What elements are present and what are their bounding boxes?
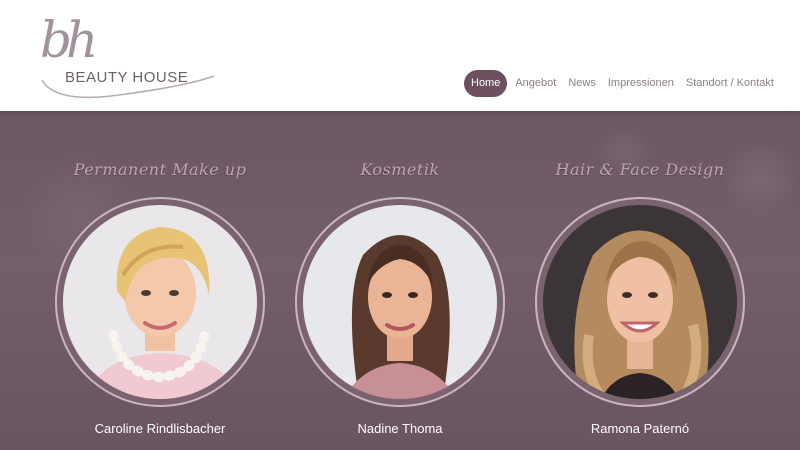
curly-hair-woman-portrait bbox=[543, 205, 737, 399]
service-title: Kosmetik bbox=[360, 160, 440, 179]
person-name: Caroline Rindlisbacher bbox=[94, 421, 226, 436]
nav-item-news[interactable]: News bbox=[562, 70, 602, 97]
main-nav: Home Angebot News Impressionen Standort … bbox=[464, 70, 780, 97]
portrait-frame[interactable] bbox=[295, 197, 505, 407]
logo-mark: bh bbox=[40, 11, 98, 69]
service-card-kosmetik: Kosmetik Nadine Thoma bbox=[280, 111, 520, 450]
nav-item-standort-kontakt[interactable]: Standort / Kontakt bbox=[680, 70, 780, 97]
beauty-house-logo[interactable]: bh BEAUTY HOUSE bbox=[36, 10, 226, 105]
brunette-woman-portrait bbox=[303, 205, 497, 399]
portrait-frame[interactable] bbox=[535, 197, 745, 407]
site-header: bh BEAUTY HOUSE Home Angebot News Impres… bbox=[0, 0, 800, 111]
portrait-frame[interactable] bbox=[55, 197, 265, 407]
person-name: Nadine Thoma bbox=[357, 421, 443, 436]
person-name: Ramona Paternó bbox=[590, 421, 690, 436]
hero-section: Permanent Make up Caroline Rindlisbacher bbox=[0, 111, 800, 450]
logo-text: BEAUTY HOUSE bbox=[65, 69, 189, 86]
nav-item-angebot[interactable]: Angebot bbox=[509, 70, 562, 97]
blonde-woman-portrait bbox=[63, 205, 257, 399]
service-card-hair-face-design: Hair & Face Design Ramona Paternó bbox=[520, 111, 760, 450]
nav-item-home[interactable]: Home bbox=[464, 70, 508, 97]
nav-item-impressionen[interactable]: Impressionen bbox=[602, 70, 680, 97]
service-card-permanent-makeup: Permanent Make up Caroline Rindlisbacher bbox=[40, 111, 280, 450]
service-title: Hair & Face Design bbox=[555, 160, 725, 179]
service-title: Permanent Make up bbox=[73, 160, 247, 179]
